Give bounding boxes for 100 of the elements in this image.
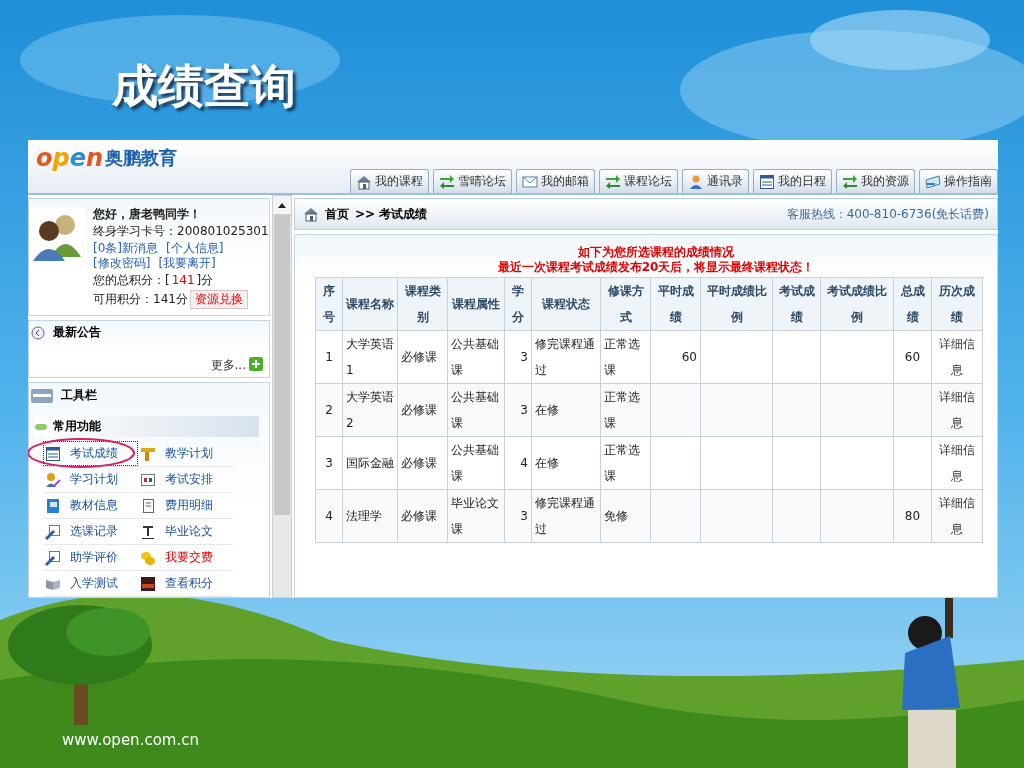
badge-icon — [140, 575, 156, 592]
plus-icon — [249, 357, 263, 371]
redeem-button[interactable]: 资源兑换 — [189, 290, 248, 309]
column-header: 历次成绩 — [931, 277, 983, 331]
table-cell-text: 必修课 — [401, 402, 438, 419]
scroll-up-icon[interactable] — [278, 202, 286, 208]
table-cell-text: 必修课 — [401, 508, 438, 525]
book-icon — [45, 497, 61, 514]
nav-tab[interactable]: 我的资源 — [836, 169, 915, 193]
table-cell-text: 4 — [519, 455, 528, 472]
letters-icon — [140, 471, 156, 488]
nav-tab[interactable]: 雪晴论坛 — [433, 169, 512, 193]
home-icon — [303, 206, 319, 222]
table-cell-text: 正常选课 — [604, 442, 641, 485]
table-cell-text: 80 — [903, 508, 922, 525]
tool-item[interactable]: 学习计划 — [43, 467, 138, 492]
column-header: 学分 — [504, 277, 532, 331]
table-cell-text: 3 — [324, 455, 334, 472]
table-cell-text: 毕业论文课 — [451, 495, 500, 538]
note-icon — [45, 549, 61, 566]
table-cell-text: 国际金融 — [346, 455, 394, 472]
learner-icon — [45, 471, 61, 488]
table-cell-text: 公共基础课 — [451, 336, 500, 379]
table-cell-text: 大学英语2 — [346, 389, 394, 432]
scroll-icon — [140, 497, 156, 514]
table-cell-text: 3 — [519, 402, 528, 419]
table-cell-text: 公共基础课 — [451, 389, 500, 432]
nav-tab[interactable]: 操作指南 — [919, 169, 998, 193]
arrows-icon — [842, 173, 858, 190]
table-cell-text: 必修课 — [401, 349, 438, 366]
tool-item[interactable]: 入学测试 — [43, 571, 138, 596]
tool-item[interactable]: 选课记录 — [43, 519, 138, 544]
greeting-text: 您好，唐老鸭同学！ — [93, 207, 202, 222]
note-icon — [45, 523, 61, 540]
tool-item[interactable]: 教材信息 — [43, 493, 138, 518]
home-link[interactable]: 首页 — [325, 205, 349, 223]
notice-text: 最近一次课程考试成绩发布20天后，将显示最终课程状态！ — [497, 260, 815, 275]
account-link[interactable]: [个人信息] — [166, 241, 224, 256]
ruler-icon — [140, 445, 156, 462]
column-header: 课程类别 — [397, 277, 448, 331]
table-cell-text: 大学英语1 — [346, 336, 394, 379]
tool-item[interactable]: 毕业论文 — [138, 519, 233, 544]
logo-name: 奥鹏教育 — [105, 146, 178, 170]
column-header: 考试成绩 — [772, 277, 821, 331]
table-cell-text: 免修 — [604, 508, 629, 525]
nav-tab[interactable]: 课程论坛 — [599, 169, 678, 193]
table-cell-text: 在修 — [535, 455, 560, 472]
tool-item[interactable]: 助学评价 — [43, 545, 138, 570]
tool-item[interactable]: 考试成绩 — [43, 441, 138, 466]
back-icon[interactable] — [31, 325, 45, 340]
tool-item[interactable]: 考试安排 — [138, 467, 233, 492]
column-header: 修课方式 — [600, 277, 651, 331]
panel-title: 最新公告 — [53, 324, 101, 341]
person-icon — [688, 173, 704, 190]
slide-title: 成绩查询 — [112, 58, 296, 115]
points-label: 您的总积分：[ — [93, 273, 170, 288]
points-value: 141 — [171, 273, 195, 288]
panel-title: 工具栏 — [61, 387, 97, 404]
table-cell-text: 4 — [324, 508, 334, 525]
account-link[interactable]: [0条]新消息 — [93, 241, 158, 256]
column-header: 平时成绩 — [650, 277, 701, 331]
calendar-icon — [759, 173, 775, 190]
logo-mark: open — [36, 144, 104, 172]
toolbar-icon — [31, 388, 53, 403]
account-link[interactable]: [我要离开] — [158, 256, 216, 271]
column-header: 课程名称 — [342, 277, 398, 331]
table-cell-text: 法理学 — [346, 508, 383, 525]
column-header: 课程状态 — [531, 277, 601, 331]
nav-tab[interactable]: 我的邮箱 — [516, 169, 595, 193]
section-header: 常用功能 — [35, 416, 259, 437]
table-cell-text: 必修课 — [401, 455, 438, 472]
card-number: 终身学习卡号：200801025301 — [93, 224, 269, 239]
tool-item[interactable]: 我要交费 — [138, 545, 233, 570]
table-cell-text: 60 — [680, 349, 697, 366]
notice-text: 如下为您所选课程的成绩情况 — [578, 245, 734, 260]
avatar-drawing — [29, 207, 85, 263]
text-icon — [140, 523, 156, 540]
table-cell-text: 2 — [324, 402, 334, 419]
nav-tab[interactable]: 通讯录 — [682, 169, 749, 193]
available-points: 可用积分：141分 — [93, 292, 188, 307]
table-cell-text: 3 — [519, 508, 528, 525]
coins-icon — [140, 549, 156, 566]
column-header: 序号 — [315, 277, 343, 331]
current-page: >> 考试成绩 — [355, 205, 428, 223]
more-link[interactable]: 更多... — [210, 357, 246, 374]
account-link[interactable]: [修改密码] — [93, 256, 151, 271]
card-icon — [925, 173, 941, 190]
nav-tab[interactable]: 我的日程 — [753, 169, 832, 193]
hotline-text: 客服热线：400-810-6736(免长话费) — [786, 205, 989, 223]
tool-item[interactable]: 费用明细 — [138, 493, 233, 518]
column-header: 考试成绩比例 — [820, 277, 894, 331]
table-cell-text: 修完课程通过 — [535, 495, 596, 538]
mail-icon — [522, 173, 538, 190]
column-header: 平时成绩比例 — [700, 277, 773, 331]
scrollbar[interactable] — [272, 195, 292, 598]
table-cell-text: 在修 — [535, 402, 560, 419]
tool-item[interactable]: 教学计划 — [138, 441, 233, 466]
table-cell-text: 公共基础课 — [451, 442, 500, 485]
tool-item[interactable]: 查看积分 — [138, 571, 233, 596]
nav-tab[interactable]: 我的课程 — [350, 169, 429, 193]
